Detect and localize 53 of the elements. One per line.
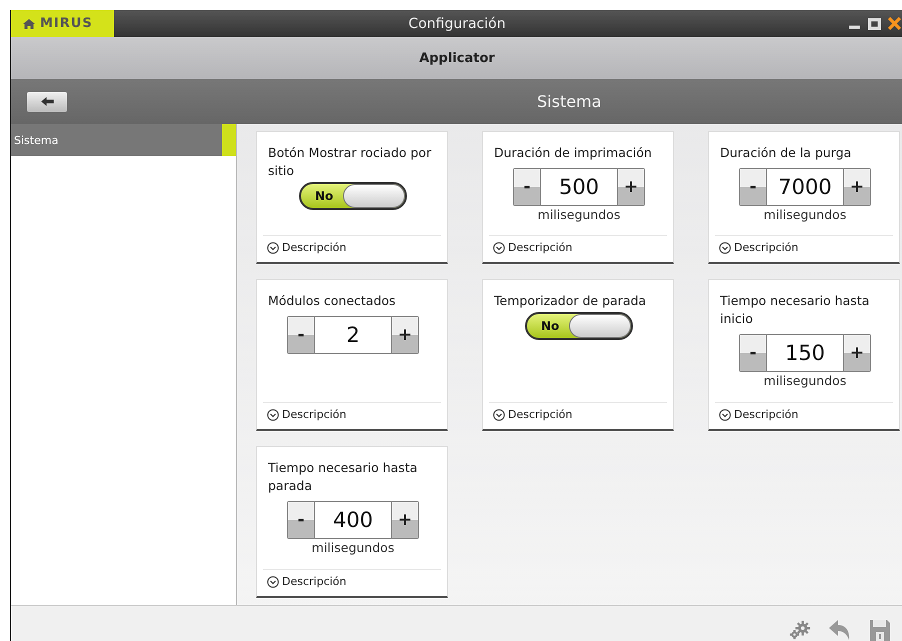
decrement-button[interactable]: -	[514, 169, 540, 205]
setting-label: Módulos conectados	[267, 292, 397, 310]
unit-label: milisegundos	[764, 207, 846, 222]
description-toggle[interactable]: Descripción	[263, 569, 441, 593]
description-toggle[interactable]: Descripción	[715, 235, 893, 259]
close-icon[interactable]	[888, 17, 901, 30]
value-field[interactable]: 2	[314, 317, 392, 353]
chevron-down-icon	[267, 408, 279, 420]
setting-label: Duración de imprimación	[493, 144, 653, 162]
description-toggle[interactable]: Descripción	[715, 402, 893, 426]
window-title: Configuración	[408, 16, 506, 32]
chevron-down-icon	[267, 576, 279, 588]
description-toggle[interactable]: Descripción	[489, 402, 667, 426]
home-button[interactable]: MIRUS	[11, 10, 114, 37]
decrement-button[interactable]: -	[288, 502, 314, 538]
chevron-down-icon	[493, 242, 505, 254]
decrement-button[interactable]: -	[740, 169, 766, 205]
back-button[interactable]	[27, 92, 67, 112]
decrement-button[interactable]: -	[288, 317, 314, 353]
increment-button[interactable]: +	[844, 335, 870, 371]
description-toggle[interactable]: Descripción	[263, 402, 441, 426]
app-title: Applicator	[419, 50, 495, 66]
value-field[interactable]: 7000	[766, 169, 844, 205]
gears-icon[interactable]	[789, 619, 811, 641]
toggle-switch[interactable]: No	[299, 182, 407, 210]
page-title: Sistema	[537, 92, 602, 111]
value-field[interactable]: 400	[314, 502, 392, 538]
unit-label: milisegundos	[312, 540, 394, 555]
sidebar-item[interactable]: Sistema	[11, 124, 236, 156]
chevron-down-icon	[267, 242, 279, 254]
description-toggle[interactable]: Descripción	[263, 235, 441, 259]
setting-label: Tiempo necesario hasta inicio	[719, 292, 870, 328]
arrow-left-icon	[40, 97, 54, 106]
chevron-down-icon	[493, 408, 505, 420]
increment-button[interactable]: +	[392, 502, 418, 538]
setting-label: Botón Mostrar rociado por sitio	[267, 144, 432, 180]
home-icon	[23, 18, 35, 28]
setting-label: Temporizador de parada	[493, 292, 648, 310]
toggle-switch[interactable]: No	[525, 312, 633, 340]
description-toggle[interactable]: Descripción	[489, 235, 667, 259]
setting-label: Tiempo necesario hasta parada	[267, 459, 418, 495]
increment-button[interactable]: +	[844, 169, 870, 205]
chevron-down-icon	[719, 408, 731, 420]
unit-label: milisegundos	[538, 207, 620, 222]
value-field[interactable]: 150	[766, 335, 844, 371]
increment-button[interactable]: +	[618, 169, 644, 205]
decrement-button[interactable]: -	[740, 335, 766, 371]
setting-label: Duración de la purga	[719, 144, 852, 162]
increment-button[interactable]: +	[392, 317, 418, 353]
unit-label: milisegundos	[764, 373, 846, 388]
value-field[interactable]: 500	[540, 169, 618, 205]
maximize-icon[interactable]	[868, 17, 881, 30]
chevron-down-icon	[719, 242, 731, 254]
